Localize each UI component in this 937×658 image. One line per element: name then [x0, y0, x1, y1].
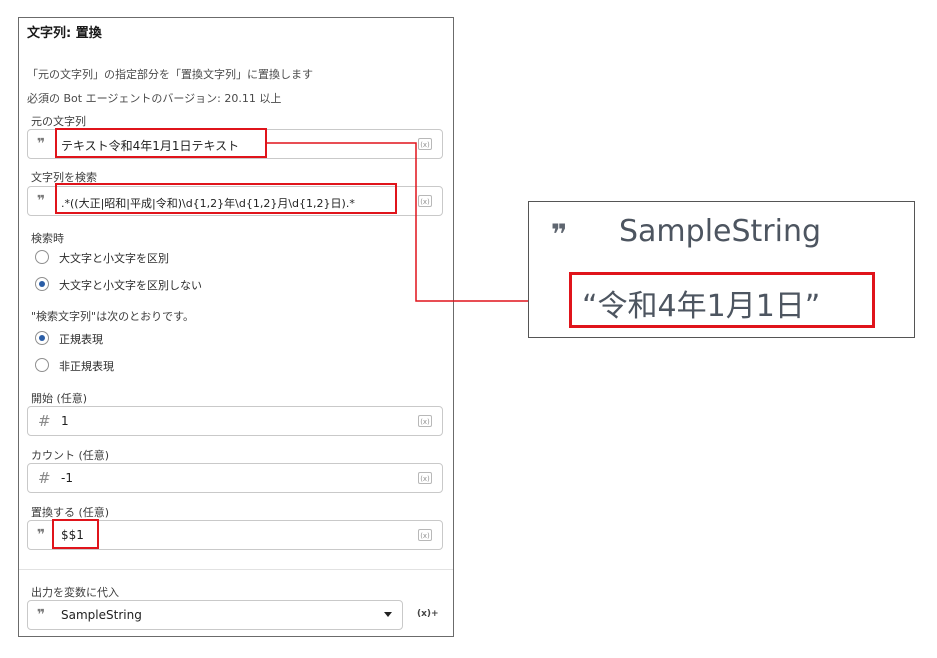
radio-button[interactable]: [35, 358, 49, 372]
quote-icon: ❞: [551, 218, 568, 251]
bot-version-note: 必須の Bot エージェントのバージョン: 20.11 以上: [27, 92, 282, 105]
output-label: 出力を変数に代入: [31, 586, 119, 599]
radio-label: 非正規表現: [59, 360, 114, 373]
quote-icon: ❞: [37, 607, 45, 623]
highlight-source: [55, 128, 267, 158]
count-field[interactable]: # -1 (x): [27, 463, 443, 493]
zoom-result-box: “令和4年1月1日”: [569, 272, 875, 328]
section-divider: [19, 569, 453, 570]
radio-button[interactable]: [35, 250, 49, 264]
radio-label: 正規表現: [59, 333, 103, 346]
variable-icon[interactable]: (x): [418, 529, 432, 541]
zoom-callout: ❞ SampleString “令和4年1月1日”: [528, 201, 915, 338]
highlight-replace: [52, 519, 99, 549]
variable-icon[interactable]: (x): [418, 195, 432, 207]
variable-icon[interactable]: (x): [418, 472, 432, 484]
count-value[interactable]: -1: [61, 471, 73, 485]
radio-label: 大文字と小文字を区別しない: [59, 279, 202, 292]
add-variable-icon[interactable]: (x)+: [417, 609, 439, 619]
output-variable-value: SampleString: [61, 608, 142, 622]
panel-title: 文字列: 置換: [27, 26, 102, 41]
count-label: カウント (任意): [31, 449, 110, 462]
start-label: 開始 (任意): [31, 392, 88, 405]
action-description: 「元の文字列」の指定部分を「置換文字列」に置換します: [27, 68, 313, 81]
start-field[interactable]: # 1 (x): [27, 406, 443, 436]
regex-option-label: "検索文字列"は次のとおりです。: [31, 310, 195, 323]
start-value[interactable]: 1: [61, 414, 69, 428]
output-variable-select[interactable]: ❞ SampleString: [27, 600, 403, 630]
radio-label: 大文字と小文字を区別: [59, 252, 169, 265]
zoom-variable-name: SampleString: [619, 214, 822, 249]
variable-icon[interactable]: (x): [418, 138, 432, 150]
quote-icon: ❞: [37, 527, 45, 543]
variable-icon[interactable]: (x): [418, 415, 432, 427]
radio-button-selected[interactable]: [35, 277, 49, 291]
case-option-label: 検索時: [31, 232, 64, 245]
zoom-result-value: “令和4年1月1日”: [582, 289, 821, 324]
hash-icon: #: [38, 469, 51, 487]
radio-button-selected[interactable]: [35, 331, 49, 345]
highlight-search: [55, 183, 397, 214]
quote-icon: ❞: [37, 193, 45, 209]
chevron-down-icon[interactable]: [384, 612, 392, 617]
hash-icon: #: [38, 412, 51, 430]
source-string-label: 元の文字列: [31, 115, 86, 128]
quote-icon: ❞: [37, 136, 45, 152]
replace-label: 置換する (任意): [31, 506, 110, 519]
